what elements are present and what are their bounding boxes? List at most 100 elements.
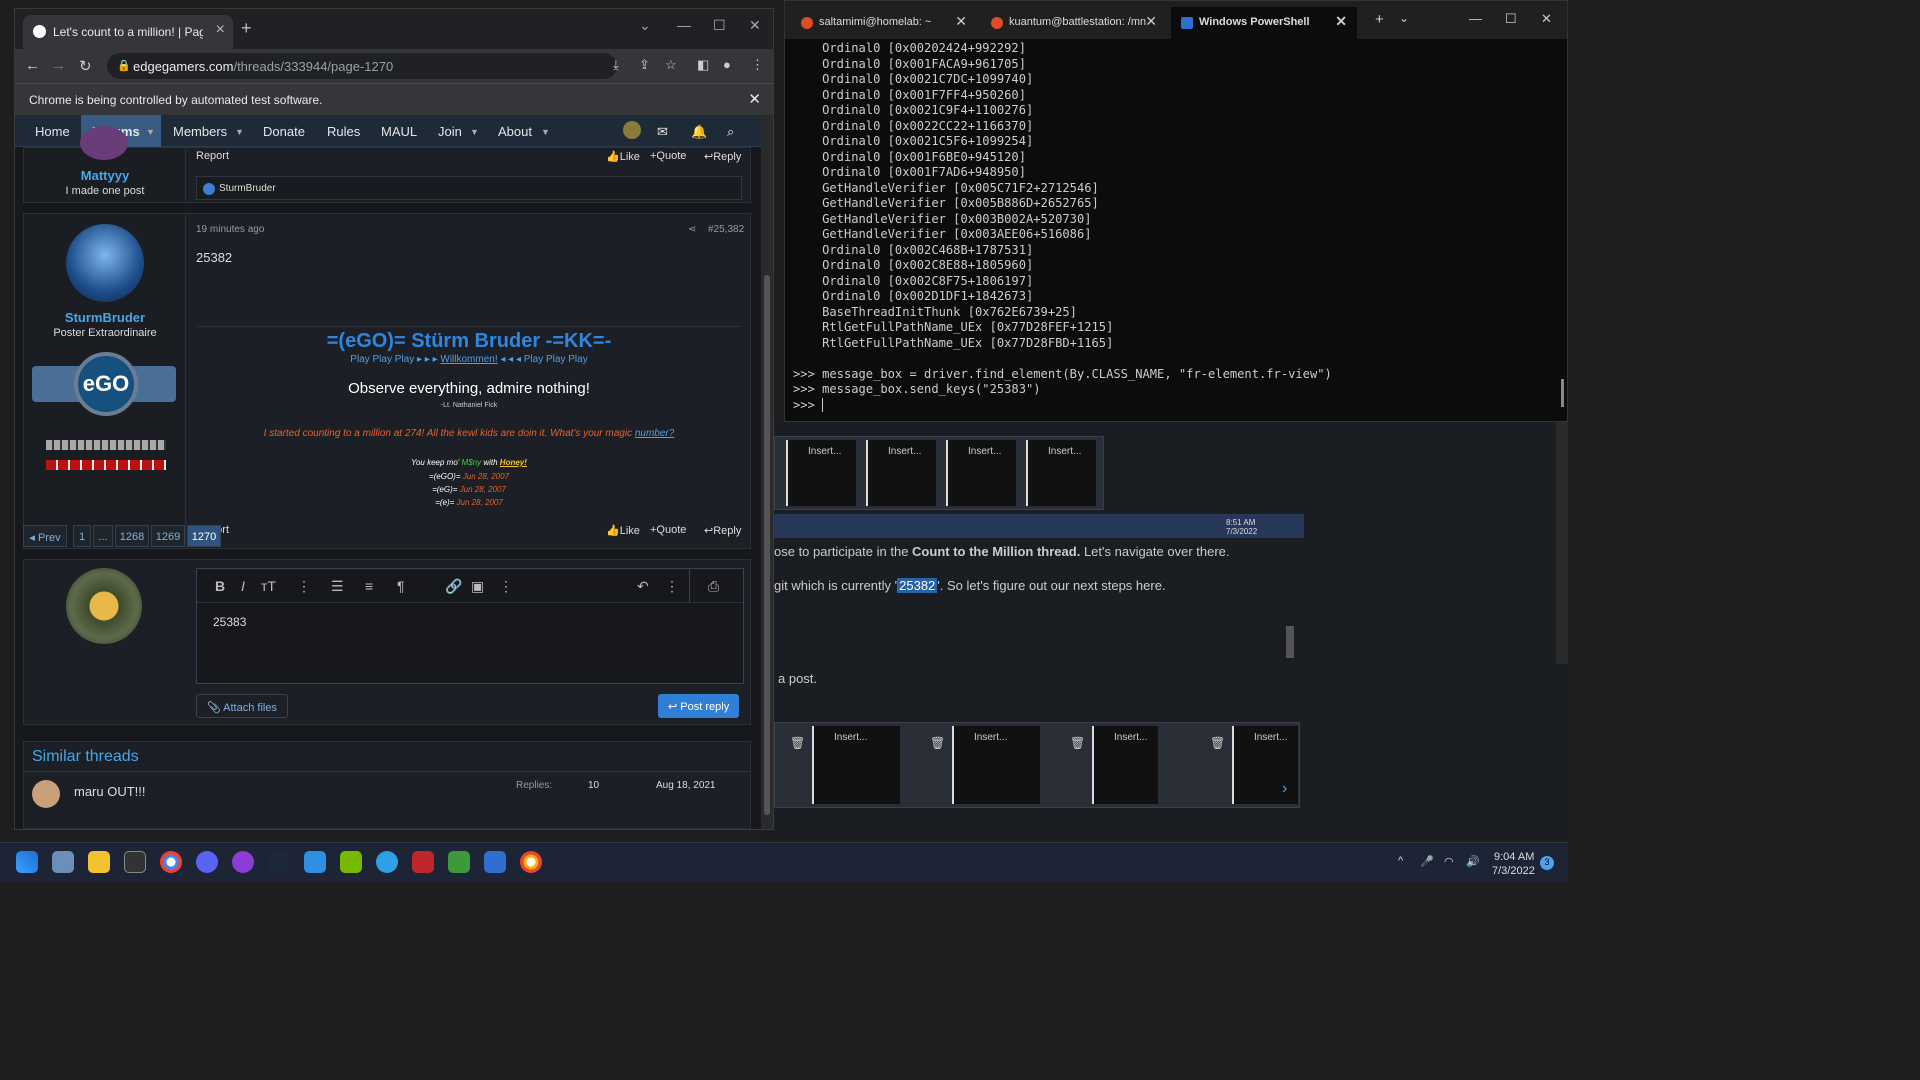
chevron-down-icon[interactable]: ⌄	[639, 17, 651, 34]
slide-thumbnail[interactable]: Insert...	[1092, 726, 1158, 804]
current-page[interactable]: 1270	[187, 525, 221, 547]
steam-icon[interactable]	[268, 851, 290, 873]
chevron-down-icon[interactable]: ▼	[235, 127, 244, 137]
nav-members[interactable]: Members	[173, 124, 227, 139]
microphone-icon[interactable]: 🎤	[1420, 855, 1434, 868]
page-link[interactable]: 1268	[115, 525, 149, 547]
maximize-icon[interactable]: ☐	[1505, 11, 1517, 27]
list-icon[interactable]: ☰	[331, 578, 344, 595]
reactions-bar[interactable]: SturmBruder	[196, 176, 742, 200]
link-icon[interactable]: 🔗	[445, 578, 462, 595]
profile-icon[interactable]: ●	[723, 57, 731, 72]
close-window-icon[interactable]: ✕	[749, 17, 761, 34]
post-reply-button[interactable]: ↩ Post reply	[658, 694, 740, 718]
trash-icon[interactable]: 🗑	[790, 736, 805, 750]
store-icon[interactable]	[52, 851, 74, 873]
nav-rules[interactable]: Rules	[327, 124, 360, 139]
close-tab-icon[interactable]: ✕	[955, 13, 967, 30]
reload-icon[interactable]: ↻	[79, 57, 92, 75]
paragraph-icon[interactable]: ¶	[397, 578, 405, 594]
quote-button[interactable]: +Quote	[650, 150, 686, 162]
preview-icon[interactable]: ⎙	[689, 569, 743, 603]
more-icon[interactable]: ⋮	[665, 578, 679, 595]
address-input[interactable]: 🔒 edgegamers.com/threads/333944/page-127…	[107, 53, 617, 79]
nav-about[interactable]: About	[498, 124, 532, 139]
nav-home[interactable]: Home	[35, 124, 70, 139]
notification-badge[interactable]: 3	[1540, 856, 1554, 870]
install-icon[interactable]: ⤓	[613, 57, 619, 73]
trash-icon[interactable]: 🗑	[1070, 736, 1085, 750]
chevron-down-icon[interactable]: ▼	[541, 127, 550, 137]
text-size-icon[interactable]: тT	[261, 578, 276, 594]
browser-tab[interactable]: Let's count to a million! | Page 12... ×	[23, 15, 233, 49]
slide-thumbnail[interactable]: Insert...	[812, 726, 900, 804]
nav-join[interactable]: Join	[438, 124, 462, 139]
align-icon[interactable]: ≡	[365, 578, 373, 594]
reply-button[interactable]: ↩Reply	[704, 524, 741, 537]
clock-time[interactable]: 9:04 AM	[1494, 851, 1534, 863]
minimize-icon[interactable]: —	[1469, 11, 1482, 26]
bold-icon[interactable]: B	[215, 578, 225, 594]
app-icon[interactable]	[484, 851, 506, 873]
trash-icon[interactable]: 🗑	[1210, 736, 1225, 750]
doc-scrollbar[interactable]	[1286, 626, 1294, 658]
page-link[interactable]: 1	[73, 525, 91, 547]
new-tab-icon[interactable]: +	[1375, 11, 1384, 28]
share-icon[interactable]: ⋖	[688, 224, 696, 235]
nvidia-icon[interactable]	[340, 851, 362, 873]
close-tab-icon[interactable]: ✕	[1145, 13, 1157, 30]
like-button[interactable]: 👍Like	[606, 524, 640, 537]
chevron-down-icon[interactable]: ⌄	[1399, 11, 1409, 25]
avatar[interactable]	[80, 126, 128, 160]
terminal-tab[interactable]: saltamimi@homelab: ~ ✕	[791, 7, 977, 39]
slide-thumbnail[interactable]: Insert...	[946, 440, 1016, 506]
reply-button[interactable]: ↩Reply	[704, 150, 741, 163]
mail-icon[interactable]: ✉	[657, 124, 668, 140]
docker-icon[interactable]	[376, 851, 398, 873]
quote-button[interactable]: +Quote	[650, 524, 686, 536]
clock-date[interactable]: 7/3/2022	[1492, 865, 1535, 877]
slide-thumbnail[interactable]: Insert...	[866, 440, 936, 506]
terminal-output[interactable]: Ordinal0 [0x00202424+992292] Ordinal0 [0…	[793, 41, 1332, 413]
terminal-tab-active[interactable]: Windows PowerShell ✕	[1171, 7, 1357, 39]
vscode-icon[interactable]	[304, 851, 326, 873]
page-link[interactable]: 1269	[151, 525, 185, 547]
slide-thumbnail[interactable]: Insert...	[1026, 440, 1096, 506]
chevron-up-icon[interactable]: ^	[1398, 855, 1403, 867]
trash-icon[interactable]: 🗑	[930, 736, 945, 750]
new-tab-icon[interactable]: +	[241, 18, 252, 39]
terminal-tab[interactable]: kuantum@battlestation: /mn ✕	[981, 7, 1167, 39]
undo-icon[interactable]: ↶	[637, 578, 649, 595]
attach-files-button[interactable]: 📎 Attach files	[196, 694, 288, 718]
share-icon[interactable]: ⇪	[639, 57, 650, 73]
maximize-icon[interactable]: ☐	[713, 17, 726, 34]
prev-page-button[interactable]: ◂ Prev	[23, 525, 67, 547]
star-icon[interactable]: ☆	[665, 57, 677, 73]
slide-thumbnail[interactable]: Insert...	[952, 726, 1040, 804]
page-ellipsis[interactable]: ...	[93, 525, 113, 547]
user-avatar-icon[interactable]	[623, 121, 641, 139]
filezilla-icon[interactable]	[412, 851, 434, 873]
slide-thumbnail[interactable]: Insert...	[1232, 726, 1298, 804]
close-window-icon[interactable]: ✕	[1541, 11, 1552, 27]
post-timestamp[interactable]: 19 minutes ago	[196, 224, 264, 235]
bell-icon[interactable]: 🔔	[691, 124, 707, 140]
close-tab-icon[interactable]: ✕	[1335, 13, 1347, 30]
message-input[interactable]: 25383	[213, 615, 246, 629]
search-icon[interactable]: ⌕	[727, 124, 734, 140]
minimize-icon[interactable]: —	[677, 17, 691, 33]
more-icon[interactable]: ⋮	[499, 578, 513, 595]
italic-icon[interactable]: I	[241, 578, 245, 594]
nav-maul[interactable]: MAUL	[381, 124, 417, 139]
chevron-right-icon[interactable]: ›	[1282, 780, 1287, 798]
avatar[interactable]	[66, 224, 144, 302]
spreadsheet-icon[interactable]	[448, 851, 470, 873]
chevron-down-icon[interactable]: ▼	[146, 127, 155, 137]
chevron-down-icon[interactable]: ▼	[470, 127, 479, 137]
image-icon[interactable]: ▣	[471, 578, 484, 595]
kebab-menu-icon[interactable]: ⋮	[751, 57, 764, 73]
discord-icon[interactable]	[196, 851, 218, 873]
wifi-icon[interactable]: ◠	[1444, 855, 1454, 868]
chrome-canary-icon[interactable]	[520, 851, 542, 873]
file-explorer-icon[interactable]	[88, 851, 110, 873]
